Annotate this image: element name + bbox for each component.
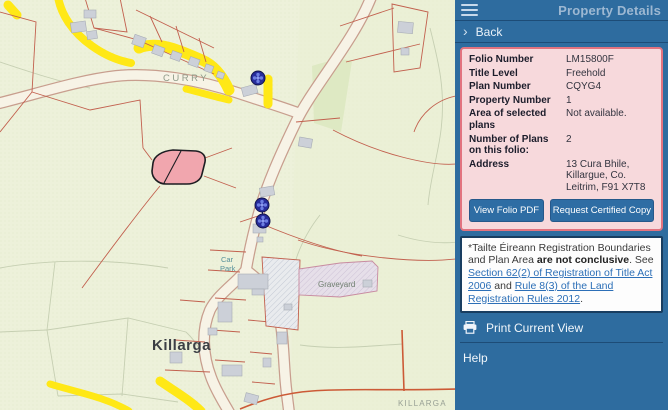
label-killarga-town: Killarga (152, 337, 211, 354)
menu-hamburger-icon[interactable] (461, 4, 478, 16)
request-certified-copy-button[interactable]: Request Certified Copy (550, 199, 654, 222)
label-car-park-2: Park (220, 264, 236, 273)
chevron-right-icon: › (463, 24, 468, 38)
folio-row-area: Area of selected plans Not available. (469, 108, 654, 131)
printer-icon (463, 321, 477, 334)
print-current-view-button[interactable]: Print Current View (460, 313, 663, 343)
boundaries-disclaimer: *Tailte Éireann Registration Boundaries … (460, 236, 663, 313)
property-map-app: CURRY Killarga KILLARGA Graveyard Car Pa… (0, 0, 668, 410)
disclaimer-bold: are not conclusive (537, 254, 629, 266)
folio-row-plan-count: Number of Plans on this folio: 2 (469, 134, 654, 157)
panel-header: Property Details (455, 0, 668, 21)
selected-parcel[interactable] (152, 150, 205, 184)
help-button[interactable]: Help (460, 343, 663, 373)
disclaimer-mid: . See (629, 254, 654, 266)
property-marker-north[interactable] (251, 71, 265, 85)
folio-row-plan-number: Plan Number CQYG4 (469, 81, 654, 93)
map-vegetation (291, 0, 455, 410)
folio-row-folio-number: Folio Number LM15800F (469, 54, 654, 66)
map-canvas[interactable]: CURRY Killarga KILLARGA Graveyard Car Pa… (0, 0, 455, 410)
folio-row-address: Address 13 Cura Bhile, Killargue, Co. Le… (469, 159, 654, 194)
disclaimer-and: and (491, 280, 514, 292)
label-car-park-1: Car (221, 255, 234, 264)
map-viewport[interactable]: CURRY Killarga KILLARGA Graveyard Car Pa… (0, 0, 455, 410)
folio-row-title-level: Title Level Freehold (469, 68, 654, 80)
view-folio-pdf-button[interactable]: View Folio PDF (469, 199, 544, 222)
label-killarga-townland: KILLARGA (398, 399, 447, 408)
car-park-area (262, 257, 300, 330)
panel-body: Folio Number LM15800F Title Level Freeho… (455, 43, 668, 410)
label-graveyard: Graveyard (318, 280, 355, 289)
disclaimer-suffix: . (580, 293, 583, 305)
back-label: Back (476, 25, 503, 39)
property-details-panel: Property Details › Back Folio Number LM1… (455, 0, 668, 410)
help-label: Help (463, 351, 488, 365)
print-label: Print Current View (486, 321, 583, 335)
folio-row-property-number: Property Number 1 (469, 95, 654, 107)
label-curry: CURRY (163, 73, 209, 84)
back-button[interactable]: › Back (455, 21, 668, 43)
panel-title: Property Details (558, 3, 661, 18)
property-marker-mid[interactable] (255, 198, 269, 212)
folio-details-card: Folio Number LM15800F Title Level Freeho… (460, 47, 663, 231)
property-marker-south[interactable] (256, 214, 270, 228)
